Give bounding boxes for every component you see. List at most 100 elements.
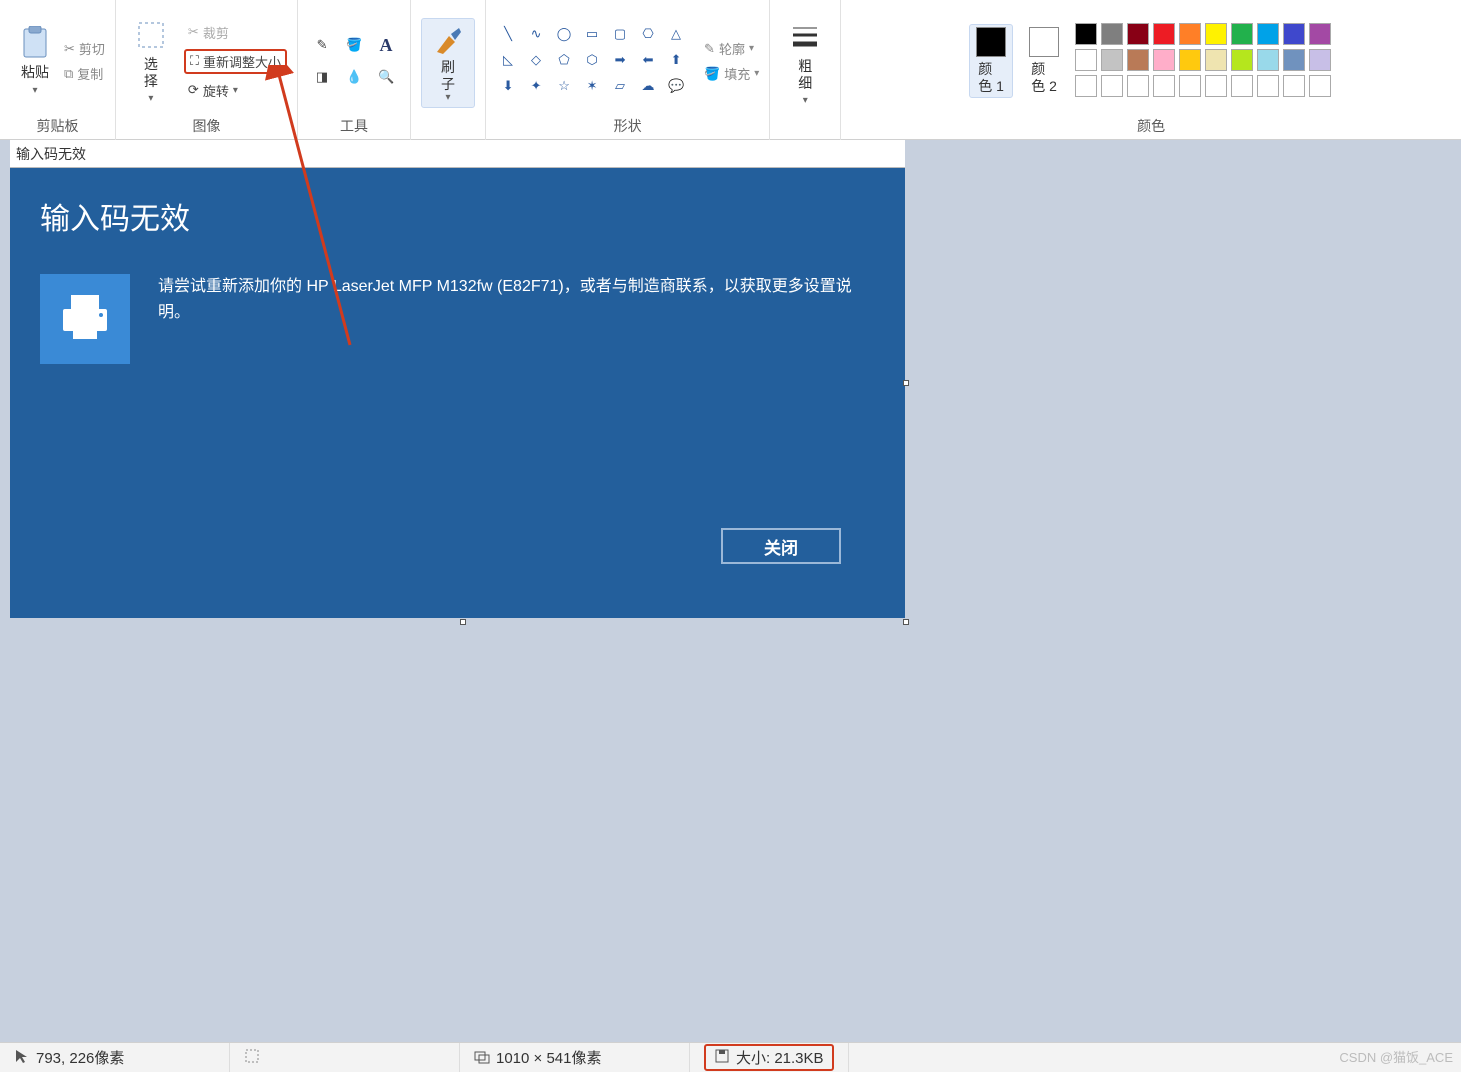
shape-star6[interactable]: ✶	[580, 75, 604, 97]
text-tool[interactable]: A	[373, 32, 399, 58]
palette-swatch[interactable]	[1205, 23, 1227, 45]
palette-swatch[interactable]	[1231, 75, 1253, 97]
palette-swatch[interactable]	[1101, 49, 1123, 71]
palette-swatch[interactable]	[1179, 23, 1201, 45]
select-button[interactable]: 选 择 ▾	[126, 14, 176, 109]
palette-swatch[interactable]	[1101, 23, 1123, 45]
magnifier-icon: 🔍	[378, 69, 394, 85]
zoom-tool[interactable]: 🔍	[373, 64, 399, 90]
shape-diamond[interactable]: ◇	[524, 49, 548, 71]
color1-swatch	[976, 27, 1006, 57]
palette-swatch[interactable]	[1283, 23, 1305, 45]
dimensions-value: 1010 × 541像素	[496, 1047, 602, 1068]
chevron-down-icon: ▾	[148, 93, 153, 104]
picker-tool[interactable]: 💧	[341, 64, 367, 90]
size-button[interactable]: 粗 细 ▾	[780, 16, 830, 111]
palette-swatch[interactable]	[1309, 23, 1331, 45]
color1-button[interactable]: 颜 色 1	[969, 24, 1013, 98]
shape-roundrect[interactable]: ▢	[608, 23, 632, 45]
shape-curve[interactable]: ∿	[524, 23, 548, 45]
resize-handle-right[interactable]	[903, 380, 909, 386]
clipboard-icon	[18, 26, 52, 60]
palette-swatch[interactable]	[1153, 49, 1175, 71]
color2-button[interactable]: 颜 色 2	[1023, 25, 1065, 97]
shape-rect[interactable]: ▭	[580, 23, 604, 45]
crop-button: ✂ 裁剪	[184, 22, 287, 43]
shape-hexagon[interactable]: ⬡	[580, 49, 604, 71]
palette-swatch[interactable]	[1101, 75, 1123, 97]
pencil-tool[interactable]: ✎	[309, 32, 335, 58]
shape-pentagon[interactable]: ⬠	[552, 49, 576, 71]
brush-icon	[430, 23, 466, 59]
shape-callout3[interactable]: 💬	[664, 75, 688, 97]
palette-swatch[interactable]	[1309, 49, 1331, 71]
palette-swatch[interactable]	[1231, 23, 1253, 45]
size-icon	[788, 20, 822, 54]
paste-button[interactable]: 粘贴 ▾	[10, 22, 60, 100]
shape-arrow-d[interactable]: ⬇	[496, 75, 520, 97]
cut-button[interactable]: ✂ 剪切	[64, 39, 105, 58]
document-body: 输入码无效 请尝试重新添加你的 HP LaserJet MFP M132fw (…	[10, 168, 905, 618]
palette-swatch[interactable]	[1075, 75, 1097, 97]
palette-swatch[interactable]	[1075, 23, 1097, 45]
shape-star4[interactable]: ✦	[524, 75, 548, 97]
printer-icon	[55, 287, 115, 352]
resize-handle-bottom[interactable]	[460, 619, 466, 625]
shape-oval[interactable]: ◯	[552, 23, 576, 45]
shape-arrow-l[interactable]: ⬅	[636, 49, 660, 71]
palette-swatch[interactable]	[1153, 75, 1175, 97]
fill-button[interactable]: 🪣 填充 ▾	[704, 64, 759, 83]
text-icon: A	[380, 35, 393, 56]
select-icon	[134, 18, 168, 52]
palette-swatch[interactable]	[1283, 75, 1305, 97]
canvas-area[interactable]: 输入码无效 输入码无效 请尝试重新添加你的 HP LaserJet MFP M1…	[0, 140, 1461, 1042]
palette-swatch[interactable]	[1205, 75, 1227, 97]
shapes-gallery[interactable]: ╲ ∿ ◯ ▭ ▢ ⎔ △ ◺ ◇ ⬠ ⬡ ➡ ⬅ ⬆ ⬇ ✦ ☆	[496, 23, 690, 99]
shape-arrow-r[interactable]: ➡	[608, 49, 632, 71]
copy-button[interactable]: ⧉ 复制	[64, 64, 105, 83]
shape-triangle[interactable]: △	[664, 23, 688, 45]
rotate-button[interactable]: ⟳ 旋转 ▾	[184, 80, 287, 101]
group-tools: ✎ 🪣 A ◨ 💧 🔍 工具	[298, 0, 411, 140]
palette-swatch[interactable]	[1127, 23, 1149, 45]
palette-swatch[interactable]	[1127, 75, 1149, 97]
brush-button[interactable]: 刷 子 ▾	[421, 18, 475, 109]
palette-swatch[interactable]	[1205, 49, 1227, 71]
status-filesize: 大小: 21.3KB	[690, 1043, 849, 1072]
palette-swatch[interactable]	[1075, 49, 1097, 71]
fill-tool[interactable]: 🪣	[341, 32, 367, 58]
eraser-tool[interactable]: ◨	[309, 64, 335, 90]
position-value: 793, 226像素	[36, 1047, 124, 1068]
copy-icon: ⧉	[64, 66, 73, 82]
group-clipboard-title: 剪贴板	[36, 116, 78, 136]
palette-swatch[interactable]	[1257, 49, 1279, 71]
color-palette[interactable]	[1075, 23, 1333, 99]
outline-button[interactable]: ✎ 轮廓 ▾	[704, 39, 759, 58]
palette-swatch[interactable]	[1179, 75, 1201, 97]
shape-polygon[interactable]: ⎔	[636, 23, 660, 45]
palette-swatch[interactable]	[1257, 75, 1279, 97]
resize-button[interactable]: ⛶ 重新调整大小	[184, 49, 287, 74]
palette-swatch[interactable]	[1179, 49, 1201, 71]
disk-icon	[714, 1048, 730, 1068]
dropper-icon: 💧	[346, 69, 362, 85]
shape-callout1[interactable]: ▱	[608, 75, 632, 97]
rotate-icon: ⟳	[188, 82, 199, 98]
palette-swatch[interactable]	[1153, 23, 1175, 45]
palette-swatch[interactable]	[1257, 23, 1279, 45]
palette-swatch[interactable]	[1309, 75, 1331, 97]
group-tools-title: 工具	[340, 116, 368, 136]
palette-swatch[interactable]	[1231, 49, 1253, 71]
shape-rtriangle[interactable]: ◺	[496, 49, 520, 71]
shape-line[interactable]: ╲	[496, 23, 520, 45]
palette-swatch[interactable]	[1127, 49, 1149, 71]
palette-swatch[interactable]	[1283, 49, 1305, 71]
shape-star5[interactable]: ☆	[552, 75, 576, 97]
close-button[interactable]: 关闭	[721, 528, 841, 564]
shape-arrow-u[interactable]: ⬆	[664, 49, 688, 71]
resize-label: 重新调整大小	[203, 52, 281, 71]
shape-callout2[interactable]: ☁	[636, 75, 660, 97]
outline-icon: ✎	[704, 41, 715, 57]
crop-label: 裁剪	[203, 23, 229, 42]
resize-handle-corner[interactable]	[903, 619, 909, 625]
